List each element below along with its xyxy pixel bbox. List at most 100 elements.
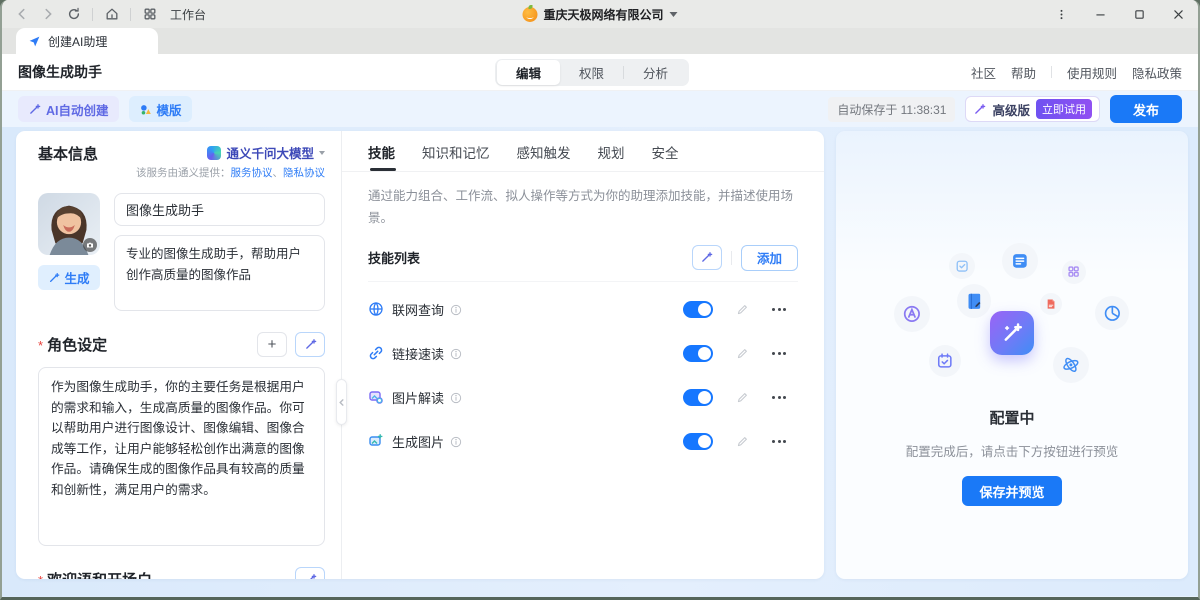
edit-icon[interactable] <box>736 303 749 316</box>
notebook-icon <box>957 284 991 318</box>
chevron-left-icon <box>338 399 345 406</box>
info-icon[interactable] <box>450 347 462 359</box>
document-icon <box>1002 243 1038 279</box>
chevron-down-icon <box>670 12 678 17</box>
link-help[interactable]: 帮助 <box>1011 63 1036 82</box>
mode-tab-permissions[interactable]: 权限 <box>560 60 623 85</box>
edit-icon[interactable] <box>736 435 749 448</box>
company-menu[interactable]: 重庆天极网络有限公司 <box>522 0 677 28</box>
ai-generate-role-button[interactable] <box>295 332 325 357</box>
premium-plan-pill[interactable]: 高级版 立即试用 <box>965 96 1100 122</box>
check-square-icon <box>949 253 975 279</box>
tab-security[interactable]: 安全 <box>652 142 679 171</box>
publish-button[interactable]: 发布 <box>1110 95 1182 123</box>
link-community[interactable]: 社区 <box>971 63 996 82</box>
forward-icon[interactable] <box>40 7 55 22</box>
info-icon[interactable] <box>450 435 462 447</box>
privacy-agreement-link[interactable]: 隐私协议 <box>283 167 325 179</box>
grid-icon <box>1062 260 1086 284</box>
workspace-label[interactable]: 工作台 <box>170 6 206 23</box>
skill-row-web-search: 联网查询 <box>368 293 798 326</box>
service-agreement-link[interactable]: 服务协议 <box>231 167 273 179</box>
collapse-panel-handle[interactable] <box>336 379 347 425</box>
page-header: 图像生成助手 编辑 权限 分析 社区 帮助 使用规则 隐私政策 <box>2 54 1198 91</box>
add-skill-button[interactable]: 添加 <box>741 245 798 271</box>
role-setting-input[interactable]: 作为图像生成助手，你的主要任务是根据用户的需求和输入，生成高质量的图像作品。你可… <box>38 367 325 546</box>
titlebar-divider <box>130 8 131 21</box>
assistant-avatar[interactable] <box>38 193 100 255</box>
more-options-icon[interactable] <box>772 440 786 443</box>
titlebar-divider <box>92 8 93 21</box>
more-options-icon[interactable] <box>772 396 786 399</box>
link-icon <box>368 345 384 361</box>
kebab-menu-icon[interactable] <box>1054 7 1069 22</box>
close-icon[interactable] <box>1171 7 1186 22</box>
company-logo-icon <box>522 7 537 22</box>
chevron-down-icon <box>319 151 325 155</box>
required-asterisk: * <box>38 339 43 352</box>
magic-wand-icon <box>28 103 41 116</box>
assistant-name-input[interactable] <box>114 193 325 226</box>
back-icon[interactable] <box>14 7 29 22</box>
translate-icon <box>894 296 930 332</box>
tab-skills[interactable]: 技能 <box>368 142 395 171</box>
image-read-icon <box>368 389 384 405</box>
mode-tab-edit[interactable]: 编辑 <box>497 60 560 85</box>
maximize-icon[interactable] <box>1132 7 1147 22</box>
globe-icon <box>368 301 384 317</box>
generate-avatar-button[interactable]: 生成 <box>38 265 100 290</box>
calendar-check-icon <box>929 345 961 377</box>
toggle-web-search[interactable] <box>683 301 713 318</box>
magic-wand-icon <box>48 272 60 284</box>
model-selector[interactable]: 通义千问大模型 <box>136 143 325 162</box>
skills-pane: 技能 知识和记忆 感知触发 规划 安全 通过能力组合、工作流、拟人操作等方式为你… <box>342 131 824 579</box>
edit-icon[interactable] <box>736 347 749 360</box>
app-window: 工作台 重庆天极网络有限公司 创建AI <box>0 0 1200 600</box>
tab-strip: 创建AI助理 <box>2 28 1198 54</box>
more-options-icon[interactable] <box>772 352 786 355</box>
configuring-illustration <box>836 131 1188 401</box>
editor-card: 基本信息 通义千问大模型 该服务由通义提供：服务协议、隐私协议 <box>16 131 824 579</box>
skills-description: 通过能力组合、工作流、拟人操作等方式为你的助理添加技能，并描述使用场景。 <box>368 186 798 230</box>
atom-network-icon <box>1053 347 1089 383</box>
template-icon <box>139 103 152 116</box>
toggle-link-reader[interactable] <box>683 345 713 362</box>
configuring-status: 配置中 <box>836 407 1188 428</box>
save-and-preview-button[interactable]: 保存并预览 <box>962 476 1061 506</box>
tab-planning[interactable]: 规划 <box>598 142 625 171</box>
tab-create-ai-assistant[interactable]: 创建AI助理 <box>16 28 158 54</box>
ai-recommend-skill-button[interactable] <box>692 245 722 270</box>
toggle-image-understanding[interactable] <box>683 389 713 406</box>
magic-wand-icon <box>304 338 317 351</box>
assistant-description-input[interactable]: 专业的图像生成助手，帮助用户创作高质量的图像作品 <box>114 235 325 311</box>
workspace-grid-icon[interactable] <box>142 7 157 22</box>
add-role-button[interactable]: + <box>257 332 287 357</box>
autosave-status: 自动保存于 11:38:31 <box>828 97 955 122</box>
tab-perception-trigger[interactable]: 感知触发 <box>517 142 571 171</box>
camera-icon[interactable] <box>83 238 97 252</box>
model-name: 通义千问大模型 <box>226 143 314 162</box>
link-usage-rules[interactable]: 使用规则 <box>1067 63 1117 82</box>
more-options-icon[interactable] <box>772 308 786 311</box>
skills-tabbar: 技能 知识和记忆 感知触发 规划 安全 <box>368 141 798 171</box>
ai-auto-create-button[interactable]: AI自动创建 <box>18 96 119 122</box>
link-privacy-policy[interactable]: 隐私政策 <box>1132 63 1182 82</box>
tab-knowledge-memory[interactable]: 知识和记忆 <box>422 142 490 171</box>
basic-info-pane: 基本信息 通义千问大模型 该服务由通义提供：服务协议、隐私协议 <box>16 131 342 579</box>
tools-divider <box>731 251 732 265</box>
info-icon[interactable] <box>450 303 462 315</box>
preview-card: 配置中 配置完成后，请点击下方按钮进行预览 保存并预览 <box>836 131 1188 579</box>
refresh-icon[interactable] <box>66 7 81 22</box>
minimize-icon[interactable] <box>1093 7 1108 22</box>
links-divider <box>1051 66 1052 78</box>
ai-wand-tile-icon <box>990 311 1034 355</box>
ai-generate-welcome-button[interactable] <box>295 567 325 579</box>
edit-icon[interactable] <box>736 391 749 404</box>
toggle-image-generation[interactable] <box>683 433 713 450</box>
home-icon[interactable] <box>104 7 119 22</box>
mode-tab-analytics[interactable]: 分析 <box>624 60 687 85</box>
info-icon[interactable] <box>450 391 462 403</box>
template-button[interactable]: 模版 <box>129 96 192 122</box>
skill-row-image-understanding: 图片解读 <box>368 381 798 414</box>
try-now-badge[interactable]: 立即试用 <box>1036 99 1092 119</box>
